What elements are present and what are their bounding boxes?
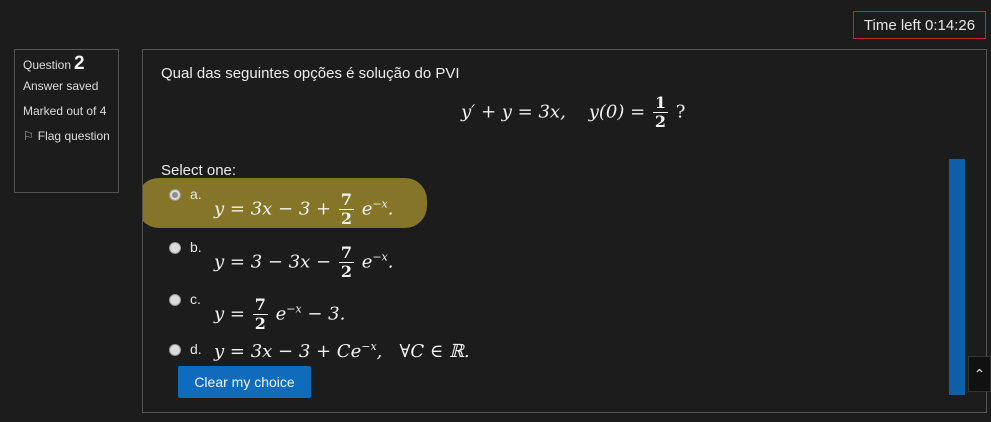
- formula-part: y = 3x − 3 +: [214, 198, 337, 220]
- equation-end: ?: [675, 101, 686, 123]
- clear-my-choice-button[interactable]: Clear my choice: [178, 366, 311, 398]
- formula-fraction: 7 2: [338, 190, 354, 228]
- fraction-numerator: 1: [652, 93, 669, 113]
- formula-part: , ∀C ∈ ℝ.: [376, 341, 470, 362]
- fraction-numerator: 7: [338, 190, 354, 210]
- flag-question-link[interactable]: ⚐ Flag question: [23, 129, 110, 144]
- flag-outline-icon: ⚐: [23, 129, 34, 143]
- formula-fraction: 7 2: [338, 243, 354, 281]
- ivp-equation: y′ + y = 3x, y(0) = 1 2 ?: [461, 94, 685, 131]
- select-one-label: Select one:: [161, 162, 237, 179]
- time-left: Time left 0:14:26: [853, 11, 986, 39]
- fraction-denominator: 2: [340, 262, 352, 281]
- option-c-formula: y = 7 2 e−x − 3.: [214, 296, 345, 333]
- question-content: Qual das seguintes opções é solução do P…: [142, 49, 987, 413]
- equation-initial-condition: y(0) =: [588, 101, 646, 123]
- formula-part: e: [361, 251, 373, 273]
- option-d[interactable]: d. y = 3x − 3 + Ce−x, ∀C ∈ ℝ.: [169, 340, 470, 362]
- option-c[interactable]: c. y = 7 2 e−x − 3.: [169, 290, 345, 333]
- question-text: Qual das seguintes opções é solução do P…: [161, 65, 460, 82]
- option-a-letter: a.: [190, 186, 202, 202]
- question-number-line: Question 2: [23, 53, 110, 74]
- formula-part: y = 3 − 3x −: [214, 251, 337, 273]
- option-d-formula: y = 3x − 3 + Ce−x, ∀C ∈ ℝ.: [214, 340, 470, 362]
- option-c-radio[interactable]: [169, 294, 181, 306]
- option-b-formula: y = 3 − 3x − 7 2 e−x.: [214, 244, 394, 281]
- option-d-letter: d.: [190, 341, 202, 357]
- formula-exponent: −x: [286, 302, 302, 316]
- option-d-radio[interactable]: [169, 344, 181, 356]
- formula-part: .: [387, 251, 394, 273]
- option-a[interactable]: a. y = 3x − 3 + 7 2 e−x.: [169, 185, 394, 228]
- chevron-up-icon: ⌃: [973, 365, 986, 382]
- fraction-denominator: 2: [254, 314, 266, 333]
- option-a-radio[interactable]: [169, 189, 181, 201]
- question-word: Question: [23, 58, 72, 72]
- question-marks: Marked out of 4: [23, 104, 107, 118]
- formula-part: y = 3x − 3 + Ce: [214, 341, 362, 362]
- question-number: 2: [74, 53, 85, 74]
- formula-part: y =: [214, 303, 251, 325]
- option-b-radio[interactable]: [169, 242, 181, 254]
- fraction-denominator: 2: [340, 209, 352, 228]
- question-info: Question 2 Answer saved Marked out of 4 …: [14, 49, 119, 193]
- scroll-to-top-button[interactable]: ⌃: [968, 356, 991, 392]
- formula-part: .: [387, 198, 394, 220]
- fraction-denominator: 2: [654, 112, 667, 131]
- option-c-letter: c.: [190, 291, 201, 307]
- flag-question-label: Flag question: [37, 129, 110, 143]
- formula-exponent: −x: [361, 340, 377, 353]
- option-b[interactable]: b. y = 3 − 3x − 7 2 e−x.: [169, 238, 394, 281]
- formula-exponent: −x: [372, 197, 388, 211]
- fraction-numerator: 7: [338, 243, 354, 263]
- fraction-numerator: 7: [252, 295, 268, 315]
- formula-part: e: [361, 198, 373, 220]
- option-b-letter: b.: [190, 239, 202, 255]
- formula-exponent: −x: [372, 250, 388, 264]
- equation-fraction: 1 2: [652, 93, 669, 131]
- formula-part: − 3.: [301, 303, 346, 325]
- formula-fraction: 7 2: [252, 295, 268, 333]
- formula-part: e: [275, 303, 287, 325]
- question-state: Answer saved: [23, 79, 99, 93]
- option-a-formula: y = 3x − 3 + 7 2 e−x.: [214, 191, 394, 228]
- equation-lhs: y′ + y = 3x,: [461, 101, 566, 123]
- scrollbar[interactable]: [949, 159, 965, 395]
